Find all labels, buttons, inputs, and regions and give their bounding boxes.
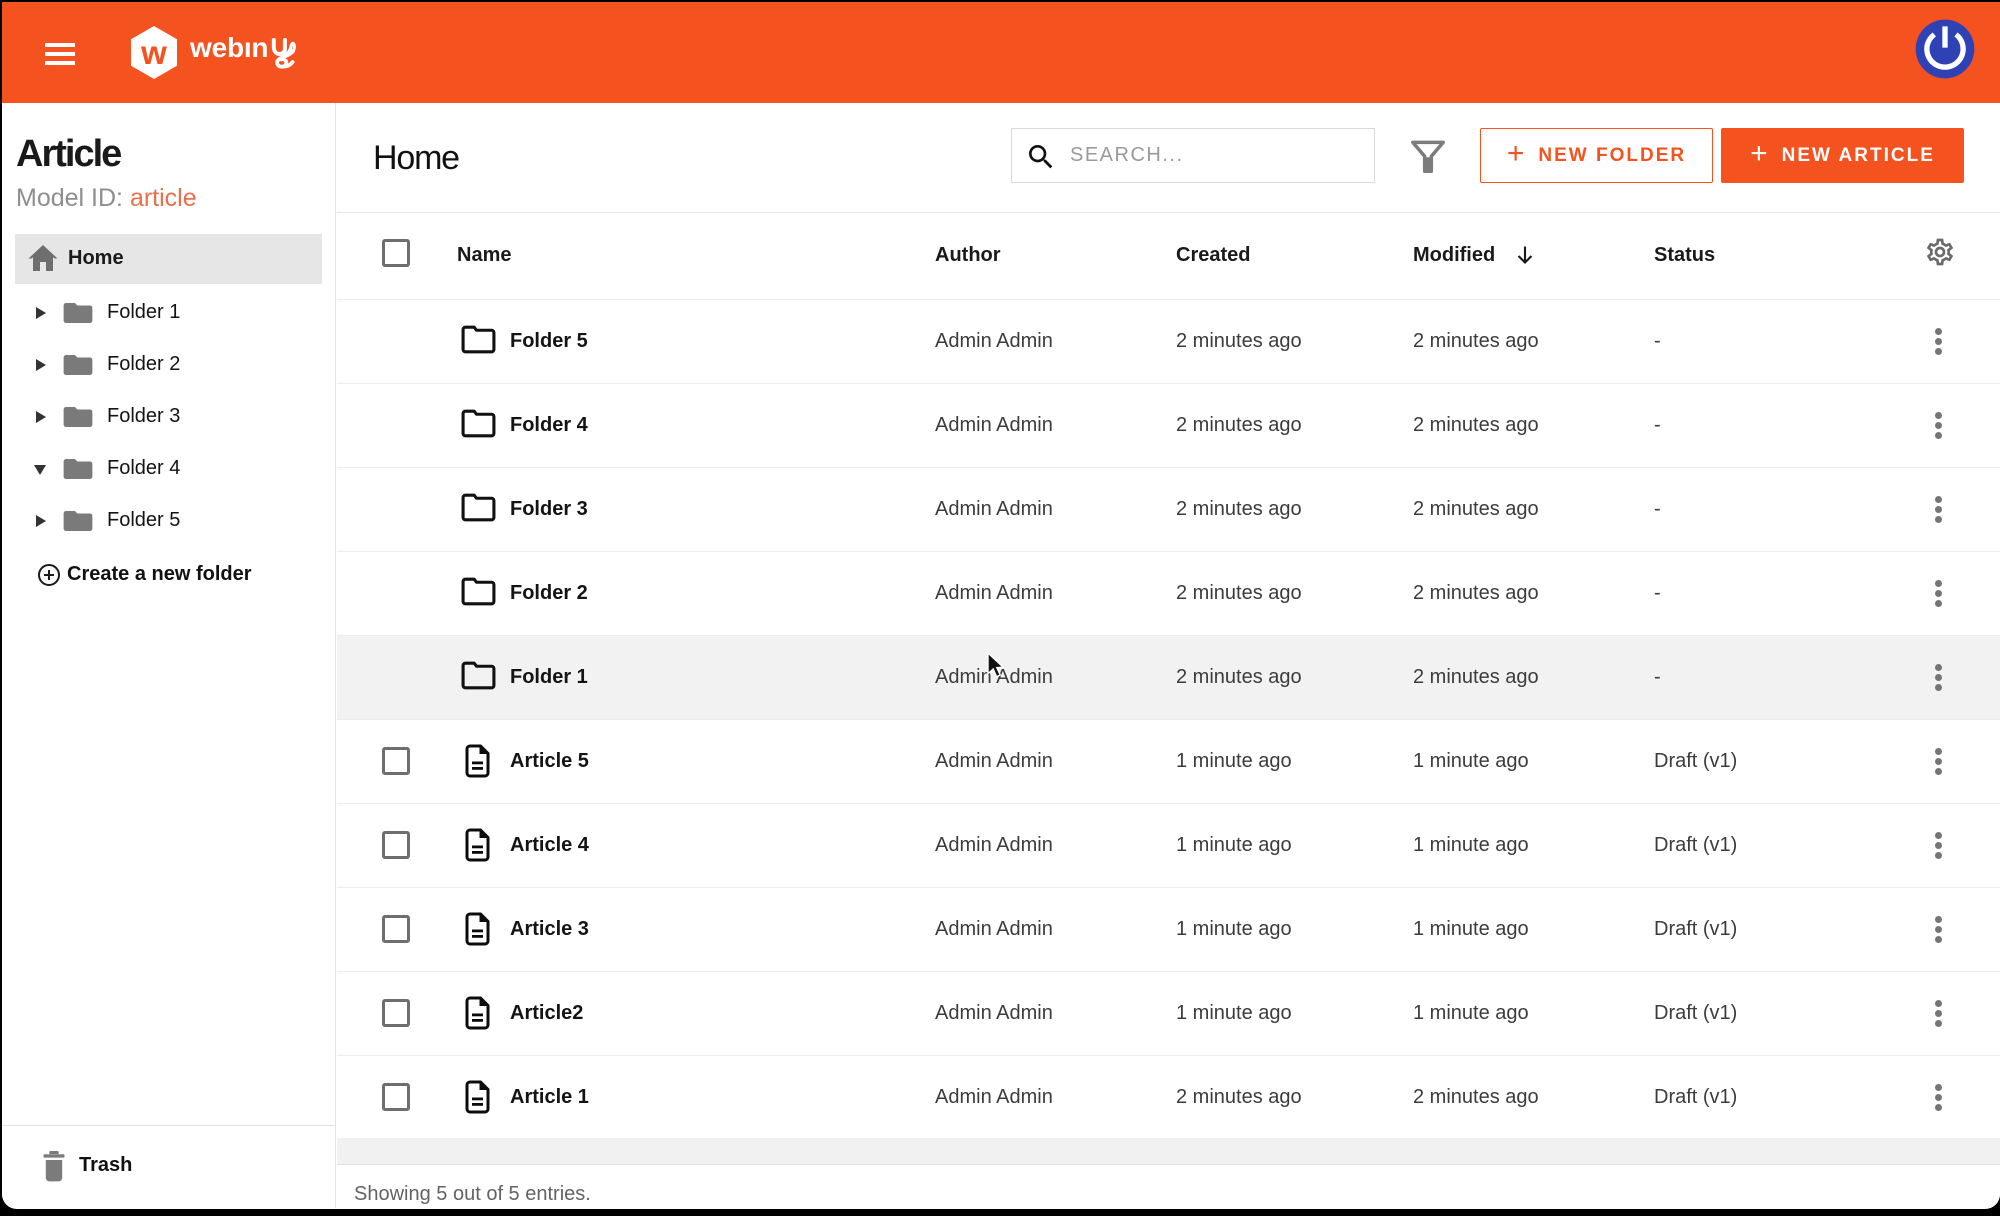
svg-text:w: w bbox=[140, 34, 167, 71]
